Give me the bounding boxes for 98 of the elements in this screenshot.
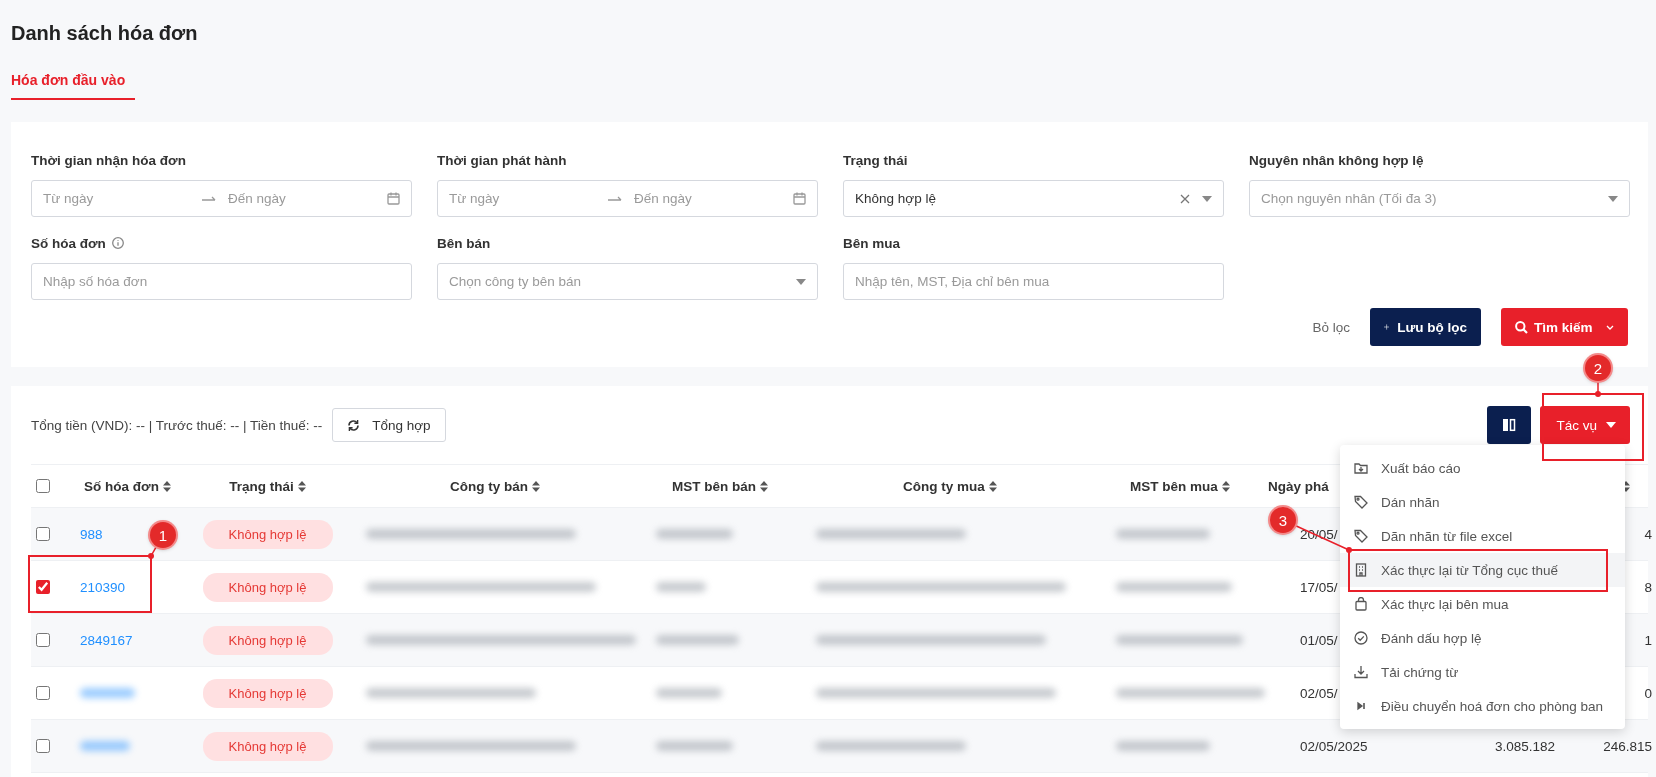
menu-item[interactable]: Dãn nhãn từ file excel [1340, 519, 1625, 553]
tag-icon [1354, 529, 1368, 543]
menu-item[interactable]: Đánh dấu hợp lệ [1340, 621, 1625, 655]
column-header[interactable]: Công ty bán [450, 478, 528, 494]
sort-icon [532, 480, 540, 492]
date-input[interactable]: Từ ngày [43, 191, 202, 206]
field-label: Thời gian nhận hóa đơn [31, 152, 186, 168]
date-input[interactable]: Đến ngày [634, 191, 793, 206]
arrow-icon [202, 194, 216, 203]
date-input[interactable]: Đến ngày [228, 191, 387, 206]
check-circle-icon [1354, 631, 1368, 645]
sort-icon [297, 480, 306, 492]
sort-icon [988, 480, 997, 492]
row-checkbox[interactable] [36, 739, 50, 753]
menu-item[interactable]: Dán nhãn [1340, 485, 1625, 519]
date-range-field[interactable]: Từ ngày Đến ngày [31, 180, 412, 217]
search-button[interactable]: Tìm kiếm [1501, 308, 1628, 346]
tab[interactable]: Hóa đơn đầu vào [11, 70, 136, 100]
caret-icon [796, 278, 806, 285]
caret-icon [1608, 195, 1618, 202]
field-label: Nguyên nhân không hợp lệ [1249, 152, 1424, 168]
date-range-field[interactable]: Từ ngày Đến ngày [437, 180, 818, 217]
skip-icon [1354, 699, 1368, 713]
select-field[interactable]: Không hợp lệ [843, 180, 1224, 217]
sort-icon [1221, 480, 1230, 492]
date-input[interactable]: Từ ngày [449, 191, 608, 206]
column-header[interactable]: Công ty mua [903, 478, 985, 494]
table-cell-text: 02/05/ [1299, 685, 1338, 701]
building-icon [1354, 563, 1368, 577]
columns-button[interactable] [1487, 406, 1532, 444]
callout-marker: 2 [1585, 355, 1611, 381]
blurred-text [656, 582, 706, 592]
status-badge: Không hợp lệ [202, 519, 333, 549]
calendar-icon [387, 192, 400, 205]
column-header[interactable]: Số hóa đơn [84, 478, 159, 494]
status-badge: Không hợp lệ [202, 678, 333, 708]
field-label: Trạng thái [843, 152, 908, 168]
status-badge: Không hợp lệ [202, 625, 333, 655]
table-cell-text: 246.815 [1603, 738, 1653, 754]
input-field[interactable]: Nhập số hóa đơn [31, 263, 412, 300]
table-cell-text: 4 [1644, 526, 1653, 542]
leader-line [1595, 381, 1601, 397]
download-icon [1354, 665, 1368, 679]
folder-icon [1354, 461, 1368, 475]
field-label: Thời gian phát hành [437, 152, 567, 168]
menu-item[interactable]: Tải chứng từ [1340, 655, 1625, 689]
summary-text: Tổng tiền (VND): -- | Trước thuế: -- | Tiền thuế: -- [31, 417, 323, 433]
row-checkbox[interactable] [36, 633, 50, 647]
column-header[interactable]: MST bên mua [1130, 478, 1218, 494]
refresh-icon [347, 418, 361, 432]
calendar-icon [793, 192, 806, 205]
blurred-text [80, 741, 130, 751]
status-badge: Không hợp lệ [202, 731, 333, 761]
caret-icon [1606, 422, 1616, 428]
table-cell-text: 0 [1644, 685, 1653, 701]
status-badge: Không hợp lệ [202, 572, 333, 602]
tag-icon [1354, 495, 1368, 509]
menu-item[interactable]: Xác thực lại bên mua [1340, 587, 1625, 621]
sort-icon [1622, 480, 1630, 492]
field-label: Bên bán [437, 235, 491, 251]
plus-icon [1384, 321, 1390, 333]
column-header[interactable]: Trạng thái [229, 478, 294, 494]
page-title: Danh sách hóa đơn [11, 21, 199, 46]
table-cell-text: 17/05/ [1299, 579, 1338, 595]
blurred-text [80, 688, 135, 698]
row-checkbox[interactable] [36, 686, 50, 700]
column-header[interactable]: Ngày phá [1268, 478, 1329, 494]
table-cell-text: 01/05/ [1299, 632, 1338, 648]
sort-icon [162, 480, 171, 492]
chevron-icon [1606, 324, 1614, 330]
column-header[interactable]: MST bên bán [672, 478, 756, 494]
arrow-icon [608, 194, 622, 203]
table-cell-text: 3.085.182 [1494, 738, 1556, 754]
clear-filter-link[interactable]: Bỏ lọc [1312, 319, 1350, 335]
caret-icon [1202, 195, 1212, 202]
leader-line [148, 546, 157, 559]
menu-item[interactable]: Xuất báo cáo [1340, 451, 1625, 485]
sort-icon [760, 480, 768, 492]
search-icon [1515, 320, 1528, 334]
row-checkbox[interactable] [36, 580, 50, 594]
callout-marker: 1 [150, 522, 176, 548]
bag-icon [1354, 597, 1368, 611]
field-label: Số hóa đơn [31, 235, 106, 251]
table-cell-text: 8 [1644, 579, 1653, 595]
callout-marker: 3 [1270, 507, 1296, 533]
blurred-text [656, 688, 722, 698]
menu-item[interactable]: Điều chuyển hoá đơn cho phòng ban [1340, 689, 1625, 723]
table-cell-text: 02/05/2025 [1299, 738, 1368, 754]
actions-button[interactable]: Tác vụ [1540, 406, 1630, 444]
select-all-checkbox[interactable] [36, 479, 50, 493]
save-filter-button[interactable]: Lưu bộ lọc [1370, 308, 1481, 346]
field-label: Bên mua [843, 235, 900, 251]
columns-icon [1502, 418, 1517, 432]
input-field[interactable]: Nhập tên, MST, Địa chỉ bên mua [843, 263, 1224, 300]
table-cell-text: 1 [1644, 632, 1653, 648]
summarize-button[interactable]: Tổng hợp [332, 408, 446, 442]
menu-item[interactable]: Xác thực lại từ Tổng cục thuế [1340, 553, 1625, 587]
row-checkbox[interactable] [36, 527, 50, 541]
